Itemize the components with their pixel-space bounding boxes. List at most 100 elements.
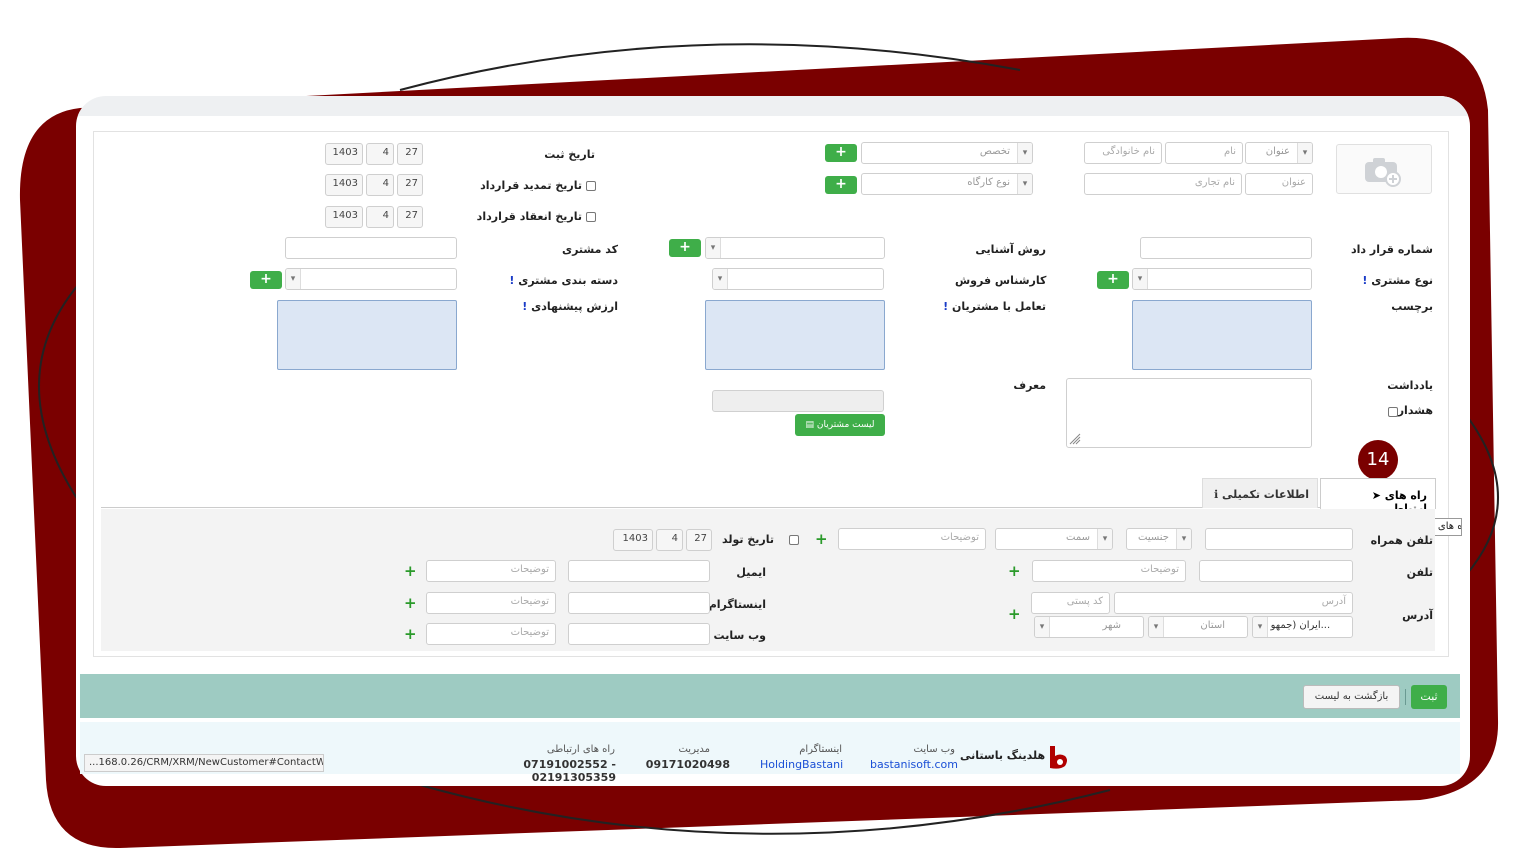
proposed-value-label: ! ارزش پیشنهادی: [522, 300, 618, 313]
footer-management-phone: 09171020498: [645, 758, 730, 771]
email-desc-input[interactable]: توضیحات: [426, 560, 556, 582]
footer-management-label: مدیریت: [678, 744, 710, 755]
mobile-label: تلفن همراه: [1370, 534, 1433, 547]
gender-select[interactable]: جنسیت: [1126, 528, 1192, 550]
interaction-label: ! تعامل با مشتریان: [943, 300, 1046, 313]
add-instagram-icon[interactable]: +: [404, 596, 417, 611]
submit-button[interactable]: ثبت: [1411, 685, 1447, 709]
tag-textarea[interactable]: [1132, 300, 1312, 370]
tab-extra-info[interactable]: ℹ اطلاعات تکمیلی: [1202, 478, 1318, 508]
referrer-input[interactable]: [712, 390, 884, 412]
footer-instagram-link[interactable]: HoldingBastani: [760, 758, 843, 771]
email-label: ایمیل: [736, 566, 766, 579]
send-icon: ➤: [1371, 489, 1385, 502]
top-strip: [76, 96, 1470, 116]
customer-type-select[interactable]: [1132, 268, 1312, 290]
renew-year-select[interactable]: 1403: [325, 174, 363, 196]
birth-month-select[interactable]: 4: [656, 529, 683, 551]
reg-month-select[interactable]: 4: [366, 143, 394, 165]
country-clear-icon[interactable]: ×: [1259, 620, 1267, 631]
footer-website-label: وب سایت: [913, 744, 955, 755]
sign-date-checkbox[interactable]: [586, 212, 596, 222]
action-bar: [80, 674, 1460, 718]
city-select[interactable]: شهر: [1034, 616, 1144, 638]
birthdate-checkbox[interactable]: [789, 535, 799, 545]
website-desc-input[interactable]: توضیحات: [426, 623, 556, 645]
footer-instagram-label: اینستاگرام: [799, 744, 842, 755]
reg-year-select[interactable]: 1403: [325, 143, 363, 165]
business-name-input[interactable]: نام تجاری: [1084, 173, 1242, 195]
reg-day-select[interactable]: 27: [397, 143, 423, 165]
add-specialty-button[interactable]: +: [825, 144, 857, 162]
renew-date-checkbox[interactable]: [586, 181, 596, 191]
brand-name: هلدینگ باستانی: [960, 749, 1046, 762]
footer-contact-label: راه های ارتباطی: [546, 744, 615, 755]
note-textarea[interactable]: [1066, 378, 1312, 448]
postal-code-input[interactable]: کد پستی: [1031, 592, 1110, 614]
photo-upload[interactable]: [1336, 144, 1432, 194]
add-acquaint-method-button[interactable]: +: [669, 239, 701, 257]
interaction-textarea[interactable]: [705, 300, 885, 370]
title2-input[interactable]: عنوان: [1245, 173, 1313, 195]
phone-label: تلفن: [1406, 566, 1433, 579]
sign-year-select[interactable]: 1403: [325, 206, 363, 228]
contract-no-input[interactable]: [1140, 237, 1312, 259]
workshop-type-select[interactable]: نوع کارگاه: [861, 173, 1033, 195]
website-input[interactable]: [568, 623, 710, 645]
phone-input[interactable]: [1199, 560, 1353, 582]
renew-month-select[interactable]: 4: [366, 174, 394, 196]
customer-type-label: ! نوع مشتری: [1362, 274, 1433, 287]
status-url: ...168.0.26/CRM/XRM/NewCustomer#ContactW…: [84, 754, 324, 772]
note-label: یادداشت: [1387, 379, 1433, 392]
phone-desc-input[interactable]: توضیحات: [1032, 560, 1186, 582]
acquaint-method-label: روش آشنایی: [975, 243, 1046, 256]
brand-logo: [1046, 744, 1070, 770]
tab-contact-ways[interactable]: ➤ راه های ارتباطی: [1320, 478, 1436, 515]
footer-website-link[interactable]: bastanisoft.com: [870, 758, 958, 771]
position-select[interactable]: سمت: [995, 528, 1113, 550]
step-callout-badge: 14: [1358, 440, 1398, 480]
renew-date-label: تاریخ تمدید قرارداد: [480, 179, 582, 192]
instagram-input[interactable]: [568, 592, 710, 614]
mobile-desc-input[interactable]: توضیحات: [838, 528, 986, 550]
name-title-select[interactable]: عنوان: [1245, 142, 1313, 164]
warning-checkbox[interactable]: [1388, 407, 1398, 417]
proposed-value-textarea[interactable]: [277, 300, 457, 370]
last-name-input[interactable]: نام خانوادگی: [1084, 142, 1162, 164]
instagram-desc-input[interactable]: توضیحات: [426, 592, 556, 614]
sign-month-select[interactable]: 4: [366, 206, 394, 228]
add-mobile-icon[interactable]: +: [815, 532, 828, 547]
birthdate-label: تاریخ تولد: [722, 533, 774, 546]
sales-expert-select[interactable]: [712, 268, 884, 290]
country-select[interactable]: × ایران (جمهو...: [1252, 616, 1353, 638]
birth-year-select[interactable]: 1403: [613, 529, 653, 551]
customer-code-input[interactable]: [285, 237, 457, 259]
add-customer-type-button[interactable]: +: [1097, 271, 1129, 289]
add-address-icon[interactable]: +: [1008, 607, 1021, 622]
sign-day-select[interactable]: 27: [397, 206, 423, 228]
province-select[interactable]: استان: [1148, 616, 1248, 638]
contract-no-label: شماره قرار داد: [1350, 243, 1433, 256]
add-email-icon[interactable]: +: [404, 564, 417, 579]
customer-category-select[interactable]: [285, 268, 457, 290]
customer-list-button[interactable]: ▤ لیست مشتریان: [795, 414, 885, 436]
add-workshop-type-button[interactable]: +: [825, 176, 857, 194]
customer-code-label: کد مشتری: [562, 243, 618, 256]
screenshot-stage: عنوان نام نام خانوادگی عنوان نام تجاری ت…: [0, 0, 1536, 864]
mobile-input[interactable]: [1205, 528, 1353, 550]
back-to-list-button[interactable]: بازگشت به لیست: [1303, 685, 1400, 709]
email-input[interactable]: [568, 560, 710, 582]
reg-date-label: تاریخ ثبت: [544, 148, 595, 161]
footer-contact-phones: 07191002552 - 02191305359: [523, 758, 616, 784]
add-customer-category-button[interactable]: +: [250, 271, 282, 289]
renew-day-select[interactable]: 27: [397, 174, 423, 196]
first-name-input[interactable]: نام: [1165, 142, 1243, 164]
customer-category-label: ! دسته بندی مشتری: [509, 274, 618, 287]
birth-day-select[interactable]: 27: [686, 529, 712, 551]
add-phone-icon[interactable]: +: [1008, 564, 1021, 579]
address-input[interactable]: آدرس: [1114, 592, 1353, 614]
specialty-select[interactable]: تخصص: [861, 142, 1033, 164]
acquaint-method-select[interactable]: [705, 237, 885, 259]
add-website-icon[interactable]: +: [404, 627, 417, 642]
action-divider: [1405, 689, 1406, 705]
